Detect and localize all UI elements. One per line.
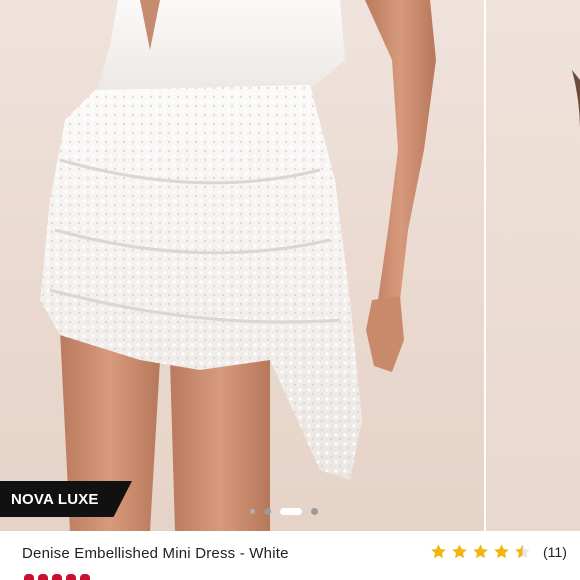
product-image-gallery[interactable]: NOVA LUXE [0,0,580,531]
pagination-dot[interactable] [264,508,271,515]
star-icon [494,544,509,559]
product-photo[interactable] [0,0,484,531]
gallery-pagination[interactable] [250,508,318,515]
star-icon [473,544,488,559]
price-cut-off [24,572,110,580]
pagination-dot[interactable] [250,509,255,514]
star-icon [452,544,467,559]
pagination-dot[interactable] [311,508,318,515]
next-product-photo-peek[interactable] [486,0,580,531]
pagination-dot-active[interactable] [280,508,302,515]
price-glyphs-partial [24,574,90,580]
product-rating[interactable]: (11) [430,543,567,560]
review-count[interactable]: (11) [543,544,567,560]
product-title[interactable]: Denise Embellished Mini Dress - White [22,545,289,562]
brand-badge: NOVA LUXE [0,481,132,517]
star-icon [431,544,446,559]
half-star-icon [515,544,530,559]
